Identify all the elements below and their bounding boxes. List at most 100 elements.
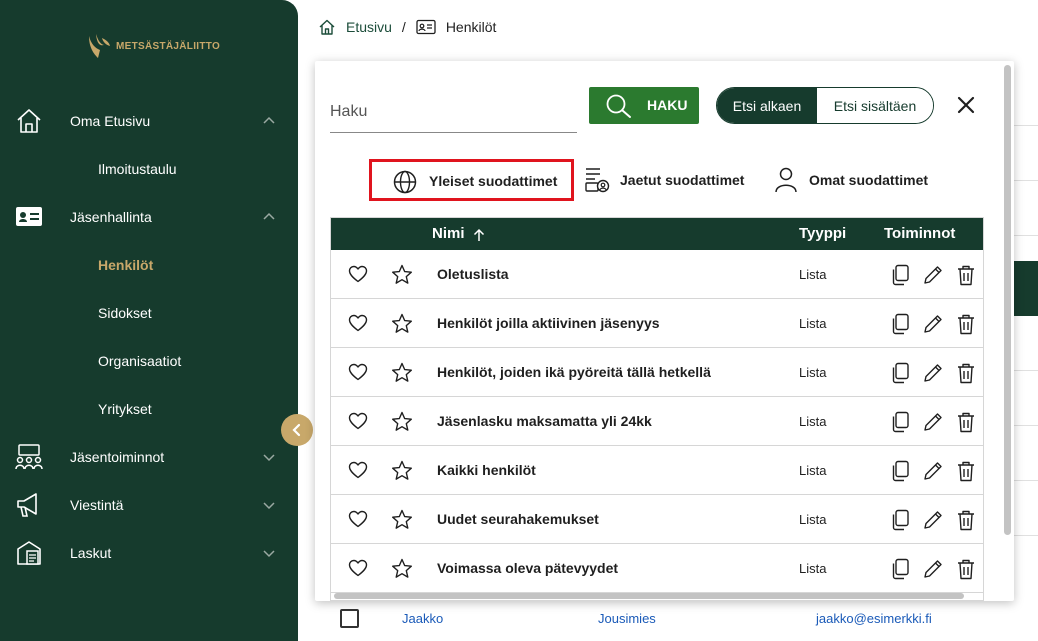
nav-label: Oma Etusivu — [70, 113, 151, 129]
close-icon[interactable] — [956, 95, 976, 115]
edit-button[interactable] — [922, 509, 944, 536]
tab-general-filters[interactable]: Yleiset suodattimet — [369, 159, 574, 201]
chevron-down-icon — [263, 454, 275, 462]
delete-button[interactable] — [956, 460, 976, 487]
column-header-type[interactable]: Tyyppi — [799, 225, 846, 242]
filter-name[interactable]: Uudet seurahakemukset — [437, 511, 599, 527]
delete-button[interactable] — [956, 558, 976, 585]
search-mode-contains[interactable]: Etsi sisältäen — [817, 88, 933, 123]
nav-jasentoiminnot[interactable]: Jäsentoiminnot — [0, 437, 298, 477]
home-icon[interactable] — [318, 18, 336, 36]
star-button[interactable] — [391, 558, 413, 584]
favorite-button[interactable] — [348, 314, 368, 337]
edit-button[interactable] — [922, 264, 944, 291]
background-table-row[interactable]: Jaakko Jousimies jaakko@esimerkki.fi — [314, 600, 1038, 641]
tab-label: Omat suodattimet — [809, 172, 929, 188]
delete-button[interactable] — [956, 313, 976, 340]
sidebar-item-henkilot[interactable]: Henkilöt — [98, 257, 153, 273]
nav-oma-etusivu[interactable]: Oma Etusivu — [0, 101, 298, 141]
filter-name[interactable]: Voimassa oleva pätevyydet — [437, 560, 618, 576]
search-icon — [606, 94, 631, 118]
star-button[interactable] — [391, 362, 413, 388]
star-button[interactable] — [391, 411, 413, 437]
background-divider — [1014, 180, 1038, 181]
sort-ascending-icon[interactable] — [473, 228, 485, 242]
edit-button[interactable] — [922, 362, 944, 389]
table-row[interactable]: Uudet seurahakemukset Lista — [331, 495, 983, 544]
trash-icon — [958, 559, 974, 580]
star-button[interactable] — [391, 313, 413, 339]
sidebar-item-sidokset[interactable]: Sidokset — [98, 305, 152, 321]
heart-icon — [348, 363, 368, 381]
delete-button[interactable] — [956, 362, 976, 389]
copy-button[interactable] — [890, 264, 910, 291]
tab-own-filters[interactable]: Omat suodattimet — [773, 159, 943, 201]
table-row[interactable]: Henkilöt joilla aktiivinen jäsenyys Lista — [331, 299, 983, 348]
vertical-scrollbar[interactable] — [1004, 65, 1011, 535]
table-row[interactable]: Henkilöt, joiden ikä pyöreitä tällä hetk… — [331, 348, 983, 397]
star-button[interactable] — [391, 509, 413, 535]
edit-button[interactable] — [922, 460, 944, 487]
row-checkbox[interactable] — [340, 609, 359, 628]
filter-name[interactable]: Jäsenlasku maksamatta yli 24kk — [437, 413, 652, 429]
home-icon — [17, 109, 41, 133]
sidebar-collapse-button[interactable] — [281, 414, 313, 446]
copy-button[interactable] — [890, 460, 910, 487]
email-link[interactable]: jaakko@esimerkki.fi — [816, 611, 932, 626]
copy-button[interactable] — [890, 411, 910, 438]
favorite-button[interactable] — [348, 363, 368, 386]
edit-button[interactable] — [922, 411, 944, 438]
delete-button[interactable] — [956, 411, 976, 438]
heart-icon — [348, 314, 368, 332]
table-row[interactable]: Kaikki henkilöt Lista — [331, 446, 983, 495]
star-icon — [392, 362, 412, 382]
breadcrumb: Etusivu / Henkilöt — [318, 16, 496, 38]
copy-icon — [892, 460, 909, 482]
copy-button[interactable] — [890, 509, 910, 536]
last-name-link[interactable]: Jousimies — [598, 611, 656, 626]
search-mode-starts-with[interactable]: Etsi alkaen — [717, 88, 817, 123]
edit-button[interactable] — [922, 313, 944, 340]
nav-viestinta[interactable]: Viestintä — [0, 485, 298, 525]
copy-button[interactable] — [890, 362, 910, 389]
filter-name[interactable]: Kaikki henkilöt — [437, 462, 536, 478]
first-name-link[interactable]: Jaakko — [402, 611, 443, 626]
filter-name[interactable]: Oletuslista — [437, 266, 509, 282]
filter-name[interactable]: Henkilöt, joiden ikä pyöreitä tällä hetk… — [437, 364, 711, 380]
tab-label: Yleiset suodattimet — [429, 173, 558, 189]
background-divider — [1014, 480, 1038, 481]
favorite-button[interactable] — [348, 265, 368, 288]
tab-shared-filters[interactable]: Jaetut suodattimet — [581, 159, 761, 201]
table-row[interactable]: Oletuslista Lista — [331, 250, 983, 299]
favorite-button[interactable] — [348, 461, 368, 484]
nav-jasenhallinta[interactable]: Jäsenhallinta — [0, 197, 298, 237]
pencil-icon — [924, 413, 942, 431]
search-input[interactable] — [330, 91, 577, 133]
edit-button[interactable] — [922, 558, 944, 585]
copy-button[interactable] — [890, 313, 910, 340]
column-header-name[interactable]: Nimi — [432, 225, 465, 242]
chevron-up-icon — [263, 212, 275, 220]
star-button[interactable] — [391, 264, 413, 290]
delete-button[interactable] — [956, 509, 976, 536]
copy-button[interactable] — [890, 558, 910, 585]
favorite-button[interactable] — [348, 559, 368, 582]
sidebar-item-organisaatiot[interactable]: Organisaatiot — [98, 353, 181, 369]
favorite-button[interactable] — [348, 510, 368, 533]
filter-type: Lista — [799, 414, 827, 429]
table-row[interactable]: Voimassa oleva pätevyydet Lista — [331, 544, 983, 593]
search-button[interactable]: HAKU — [589, 87, 699, 124]
favorite-button[interactable] — [348, 412, 368, 435]
breadcrumb-home-link[interactable]: Etusivu — [346, 19, 392, 35]
delete-button[interactable] — [956, 264, 976, 291]
star-button[interactable] — [391, 460, 413, 486]
trash-icon — [958, 510, 974, 531]
filter-name[interactable]: Henkilöt joilla aktiivinen jäsenyys — [437, 315, 660, 331]
nav-laskut[interactable]: Laskut — [0, 533, 298, 573]
horizontal-scrollbar[interactable] — [334, 593, 964, 599]
logo[interactable]: METSÄSTÄJÄLIITTO — [86, 32, 220, 60]
sidebar-item-yritykset[interactable]: Yritykset — [98, 401, 152, 417]
table-row[interactable]: Jäsenlasku maksamatta yli 24kk Lista — [331, 397, 983, 446]
sidebar-item-ilmoitustaulu[interactable]: Ilmoitustaulu — [98, 161, 177, 177]
table-header: Nimi Tyyppi Toiminnot — [331, 218, 983, 250]
